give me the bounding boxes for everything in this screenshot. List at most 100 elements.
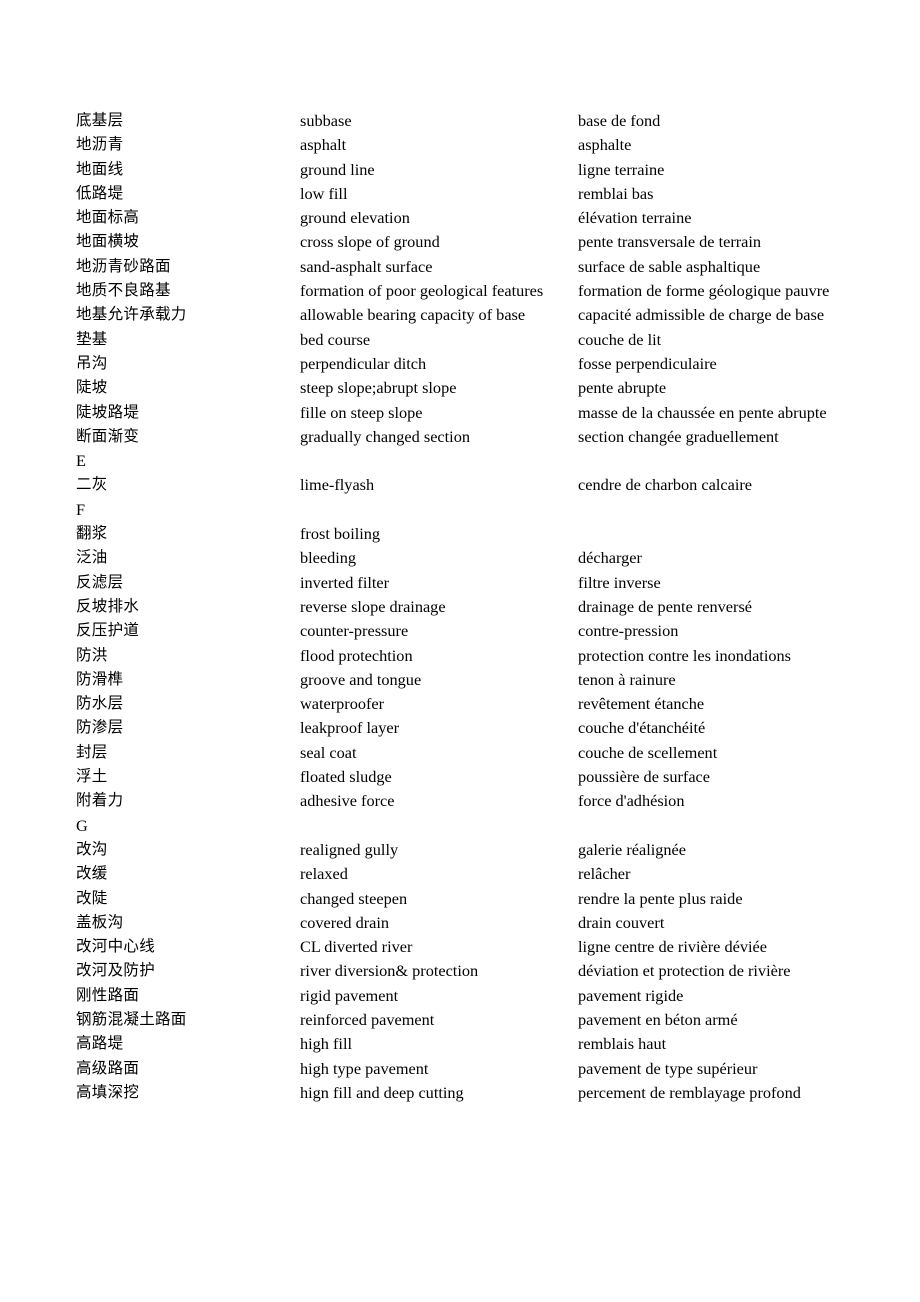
term-chinese: 改沟	[76, 840, 108, 858]
glossary-row: 地基允许承载力 allowable bearing capacity of bas…	[76, 303, 876, 327]
term-chinese: 高路堤	[76, 1035, 124, 1053]
glossary-row: 改河中心线 CL diverted river ligne centre de ri…	[76, 935, 876, 959]
glossary-row: 防洪 flood protechtion protection contre les…	[76, 644, 876, 668]
glossary-row: 地面横坡 cross slope of ground pente transvers…	[76, 230, 876, 254]
term-chinese: 反坡排水	[76, 597, 140, 615]
term-english: hign fill and deep cutting	[300, 1082, 464, 1102]
glossary-row: 浮土 floated sludge poussière de surface	[76, 765, 876, 789]
term-chinese: 防洪	[76, 646, 108, 664]
term-french: pavement en béton armé	[578, 1009, 738, 1029]
term-english: gradually changed section	[300, 426, 470, 446]
term-english: fille on steep slope	[300, 402, 423, 422]
term-english: rigid pavement	[300, 985, 399, 1005]
section-letter: E	[76, 451, 86, 471]
glossary-row: 改缓 relaxed relâcher	[76, 862, 876, 886]
term-english: steep slope;abrupt slope	[300, 378, 457, 398]
term-french: galerie réalignée	[578, 839, 687, 859]
glossary-row: 改沟 realigned gully galerie réalignée	[76, 838, 876, 862]
glossary-row: 吊沟 perpendicular ditch fosse perpendiculai…	[76, 352, 876, 376]
term-french: pente transversale de terrain	[578, 232, 762, 252]
term-french: protection contre les inondations	[578, 645, 791, 665]
term-english: bleeding	[300, 548, 357, 568]
term-french: filtre inverse	[578, 572, 661, 592]
term-french: tenon à rainure	[578, 669, 676, 689]
term-french: relâcher	[578, 864, 631, 884]
term-english: inverted filter	[300, 572, 390, 592]
term-english: relaxed	[300, 864, 348, 884]
term-chinese: 防渗层	[76, 719, 124, 737]
term-french: ligne terraine	[578, 159, 665, 179]
term-french: poussière de surface	[578, 767, 710, 787]
term-french: force d'adhésion	[578, 791, 685, 811]
term-french: pavement rigide	[578, 985, 684, 1005]
term-french: rendre la pente plus raide	[578, 888, 743, 908]
term-english: ground line	[300, 159, 375, 179]
term-english: bed course	[300, 329, 371, 349]
term-chinese: 封层	[76, 743, 108, 761]
term-english: lime-flyash	[300, 475, 375, 495]
term-english: perpendicular ditch	[300, 353, 427, 373]
term-english: waterproofer	[300, 694, 385, 714]
term-english: reinforced pavement	[300, 1009, 435, 1029]
glossary-row: 防渗层 leakproof layer couche d'étanchéité	[76, 716, 876, 740]
glossary-row: 反滤层 inverted filter filtre inverse	[76, 571, 876, 595]
glossary-row: 地质不良路基 formation of poor geological featu…	[76, 279, 876, 303]
term-french: revêtement étanche	[578, 694, 705, 714]
term-english: covered drain	[300, 912, 390, 932]
term-english: counter-pressure	[300, 621, 409, 641]
term-english: formation of poor geological features	[300, 281, 544, 301]
term-chinese: 吊沟	[76, 354, 108, 372]
term-french: remblai bas	[578, 183, 654, 203]
term-french: déviation et protection de rivière	[578, 961, 791, 981]
term-chinese: 底基层	[76, 112, 124, 129]
term-chinese: 附着力	[76, 792, 124, 810]
term-english: ground elevation	[300, 208, 410, 228]
glossary-row: 防水层 waterproofer revêtement étanche	[76, 692, 876, 716]
term-chinese: 改陡	[76, 889, 108, 907]
term-english: sand-asphalt surface	[300, 256, 433, 276]
glossary-row: 封层 seal coat couche de scellement	[76, 741, 876, 765]
term-chinese: 防滑榫	[76, 670, 124, 688]
term-french: couche d'étanchéité	[578, 718, 706, 738]
term-chinese: 高填深挖	[76, 1083, 140, 1101]
term-english: seal coat	[300, 742, 357, 762]
term-chinese: 地质不良路基	[76, 282, 171, 300]
document-page: 底基层 subbase base de fond 地沥青 asphalt asphalte…	[0, 0, 920, 1302]
glossary-row: 高级路面 high type pavement pavement de type s…	[76, 1057, 876, 1081]
glossary-row: 反坡排水 reverse slope drainage drainage de pe…	[76, 595, 876, 619]
term-english: reverse slope drainage	[300, 596, 446, 616]
term-chinese: 反压护道	[76, 622, 140, 640]
term-chinese: 防水层	[76, 695, 124, 713]
term-english: subbase	[300, 111, 352, 130]
glossary-row: 地面标高 ground elevation élévation terraine	[76, 206, 876, 230]
term-chinese: 断面渐变	[76, 427, 140, 445]
section-letter: G	[76, 815, 88, 835]
glossary-row: 断面渐变 gradually changed section section cha…	[76, 425, 876, 449]
term-french: surface de sable asphaltique	[578, 256, 761, 276]
glossary-row: 底基层 subbase base de fond	[76, 109, 876, 133]
glossary-row: 地面线 ground line ligne terraine	[76, 158, 876, 182]
term-chinese: 改缓	[76, 865, 108, 883]
term-chinese: 泛油	[76, 549, 108, 567]
term-french: masse de la chaussée en pente abrupte	[578, 402, 827, 422]
term-french: remblais haut	[578, 1034, 667, 1054]
term-english: river diversion& protection	[300, 961, 479, 981]
term-french: décharger	[578, 548, 642, 568]
glossary-row: 刚性路面 rigid pavement pavement rigide	[76, 984, 876, 1008]
term-chinese: 低路堤	[76, 184, 124, 202]
term-chinese: 改河中心线	[76, 938, 156, 956]
glossary-row: 翻浆 frost boiling	[76, 522, 876, 546]
term-french: section changée graduellement	[578, 426, 779, 446]
section-letter: F	[76, 499, 86, 519]
glossary-row: 地沥青砂路面 sand-asphalt surface surface de sab…	[76, 255, 876, 279]
term-english: frost boiling	[300, 524, 381, 544]
glossary-row: 地沥青 asphalt asphalte	[76, 133, 876, 157]
term-french: drainage de pente renversé	[578, 596, 753, 616]
term-chinese: 地沥青砂路面	[76, 257, 171, 275]
term-chinese: 反滤层	[76, 573, 124, 591]
term-chinese: 垫基	[76, 330, 108, 348]
glossary-row: 低路堤 low fill remblai bas	[76, 182, 876, 206]
term-french: cendre de charbon calcaire	[578, 475, 752, 495]
glossary-row: 泛油 bleeding décharger	[76, 546, 876, 570]
term-english: cross slope of ground	[300, 232, 440, 252]
